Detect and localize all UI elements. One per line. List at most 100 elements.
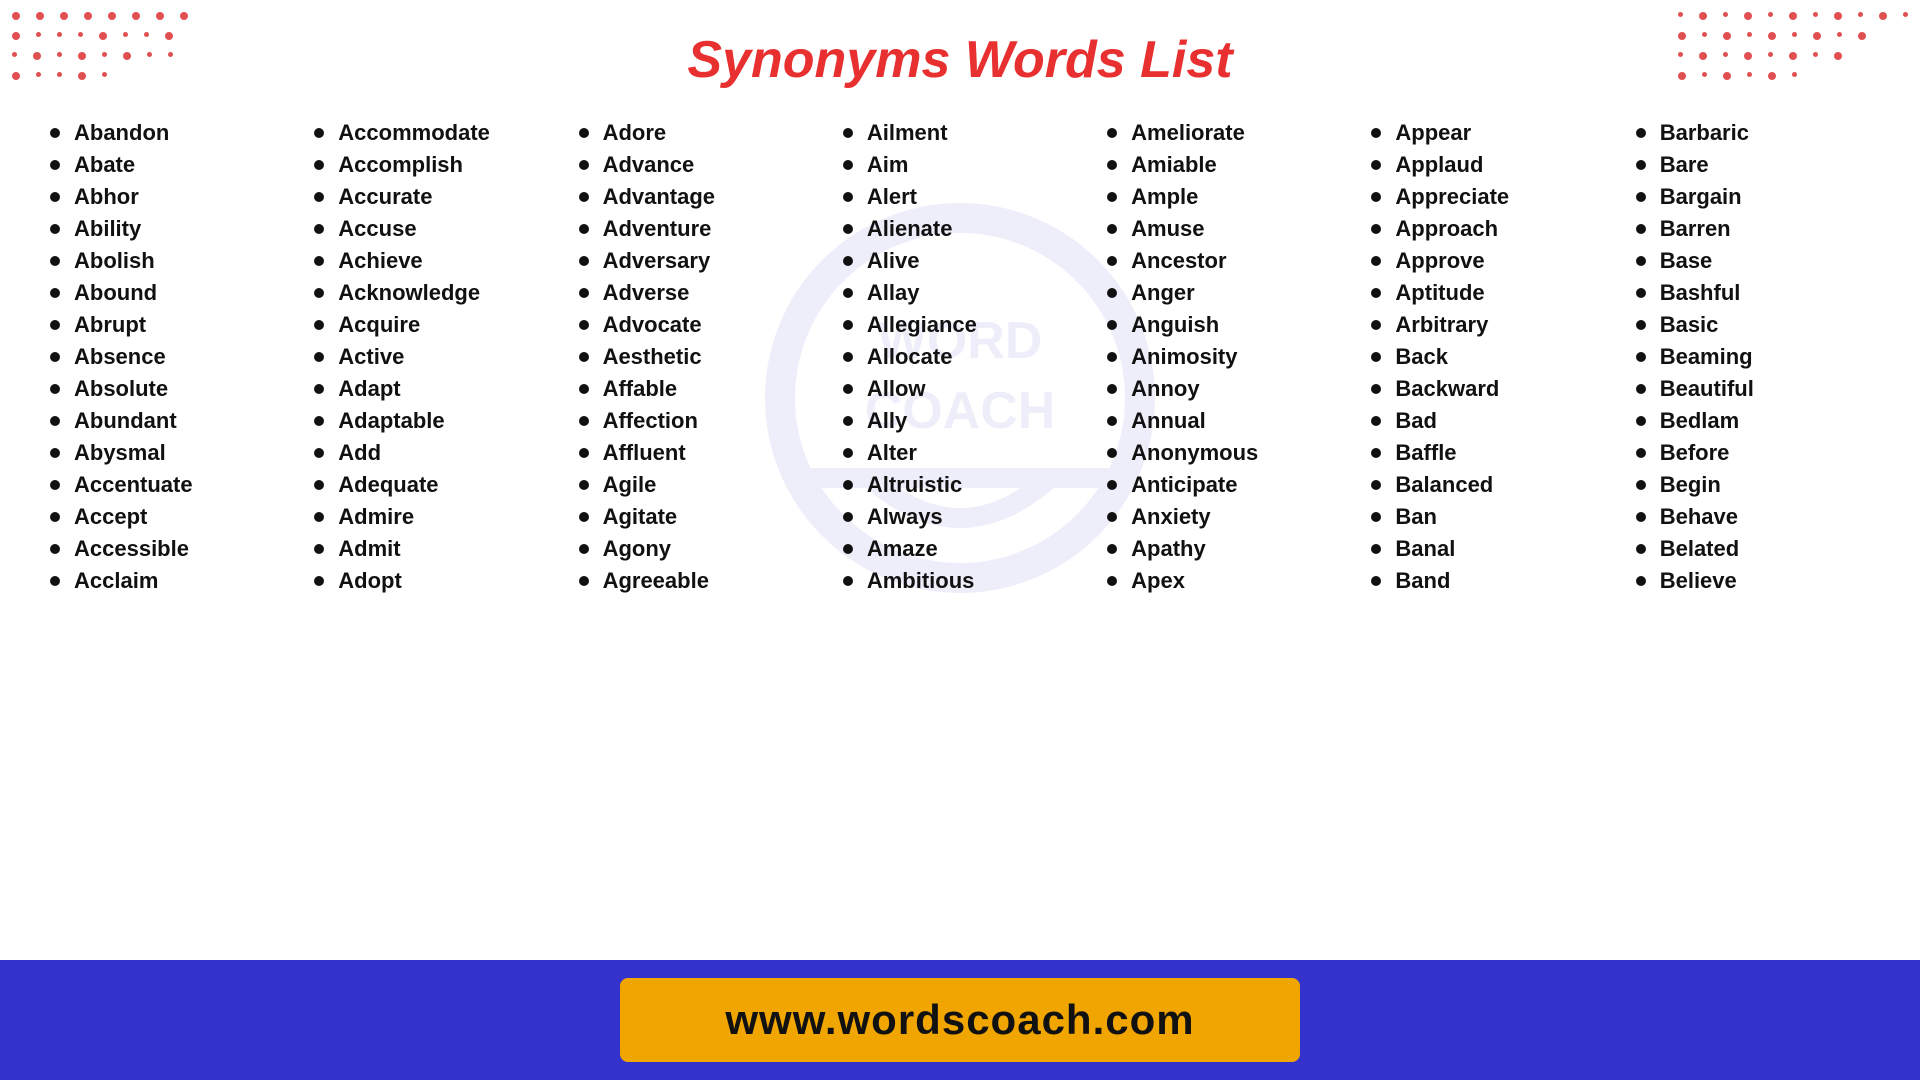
word-text: Appreciate bbox=[1395, 184, 1509, 210]
list-item: Accommodate bbox=[314, 120, 548, 146]
bullet-icon bbox=[1371, 256, 1381, 266]
word-text: Agile bbox=[603, 472, 657, 498]
list-item: Advantage bbox=[579, 184, 813, 210]
word-text: Adopt bbox=[338, 568, 402, 594]
word-text: Advance bbox=[603, 152, 695, 178]
word-column-4: AmeliorateAmiableAmpleAmuseAncestorAnger… bbox=[1097, 120, 1351, 600]
bullet-icon bbox=[1636, 480, 1646, 490]
word-text: Alert bbox=[867, 184, 917, 210]
word-text: Anguish bbox=[1131, 312, 1219, 338]
bullet-icon bbox=[1107, 448, 1117, 458]
bullet-icon bbox=[579, 576, 589, 586]
list-item: Appreciate bbox=[1371, 184, 1605, 210]
bullet-icon bbox=[50, 224, 60, 234]
bullet-icon bbox=[1636, 384, 1646, 394]
list-item: Adopt bbox=[314, 568, 548, 594]
bullet-icon bbox=[314, 128, 324, 138]
list-item: Ban bbox=[1371, 504, 1605, 530]
list-item: Acquire bbox=[314, 312, 548, 338]
list-item: Begin bbox=[1636, 472, 1870, 498]
word-text: Add bbox=[338, 440, 381, 466]
list-item: Amaze bbox=[843, 536, 1077, 562]
bullet-icon bbox=[314, 448, 324, 458]
word-text: Accuse bbox=[338, 216, 416, 242]
content-area: WORD COACH AbandonAbateAbhorAbilityAboli… bbox=[0, 110, 1920, 610]
word-text: Bedlam bbox=[1660, 408, 1739, 434]
word-text: Annual bbox=[1131, 408, 1206, 434]
word-text: Adapt bbox=[338, 376, 400, 402]
word-text: Barren bbox=[1660, 216, 1731, 242]
word-text: Aesthetic bbox=[603, 344, 702, 370]
list-item: Band bbox=[1371, 568, 1605, 594]
word-text: Ample bbox=[1131, 184, 1198, 210]
list-item: Approve bbox=[1371, 248, 1605, 274]
bullet-icon bbox=[314, 192, 324, 202]
word-text: Aim bbox=[867, 152, 909, 178]
list-item: Bedlam bbox=[1636, 408, 1870, 434]
bullet-icon bbox=[579, 512, 589, 522]
list-item: Ample bbox=[1107, 184, 1341, 210]
word-text: Accommodate bbox=[338, 120, 490, 146]
word-text: Back bbox=[1395, 344, 1448, 370]
word-text: Anonymous bbox=[1131, 440, 1258, 466]
word-text: Bashful bbox=[1660, 280, 1741, 306]
word-text: Affable bbox=[603, 376, 678, 402]
list-item: Agreeable bbox=[579, 568, 813, 594]
word-text: Behave bbox=[1660, 504, 1738, 530]
bullet-icon bbox=[843, 512, 853, 522]
word-column-0: AbandonAbateAbhorAbilityAbolishAboundAbr… bbox=[40, 120, 294, 600]
bullet-icon bbox=[843, 576, 853, 586]
word-text: Amaze bbox=[867, 536, 938, 562]
word-text: Affection bbox=[603, 408, 698, 434]
list-item: Balanced bbox=[1371, 472, 1605, 498]
list-item: Applaud bbox=[1371, 152, 1605, 178]
list-item: Bashful bbox=[1636, 280, 1870, 306]
list-item: Abate bbox=[50, 152, 284, 178]
bullet-icon bbox=[1371, 192, 1381, 202]
word-text: Bargain bbox=[1660, 184, 1742, 210]
word-column-1: AccommodateAccomplishAccurateAccuseAchie… bbox=[304, 120, 558, 600]
word-text: Ailment bbox=[867, 120, 948, 146]
bullet-icon bbox=[314, 480, 324, 490]
word-text: Abolish bbox=[74, 248, 155, 274]
bullet-icon bbox=[1107, 128, 1117, 138]
bullet-icon bbox=[1107, 576, 1117, 586]
word-text: Bare bbox=[1660, 152, 1709, 178]
bullet-icon bbox=[843, 544, 853, 554]
word-text: Agony bbox=[603, 536, 671, 562]
bullet-icon bbox=[1636, 128, 1646, 138]
bullet-icon bbox=[1636, 160, 1646, 170]
word-text: Applaud bbox=[1395, 152, 1483, 178]
bullet-icon bbox=[579, 320, 589, 330]
bullet-icon bbox=[314, 288, 324, 298]
word-text: Annoy bbox=[1131, 376, 1199, 402]
word-text: Animosity bbox=[1131, 344, 1237, 370]
list-item: Acclaim bbox=[50, 568, 284, 594]
word-text: Belated bbox=[1660, 536, 1739, 562]
bullet-icon bbox=[314, 224, 324, 234]
bullet-icon bbox=[1371, 416, 1381, 426]
word-text: Alienate bbox=[867, 216, 953, 242]
bullet-icon bbox=[1371, 320, 1381, 330]
word-text: Barbaric bbox=[1660, 120, 1749, 146]
word-text: Admire bbox=[338, 504, 414, 530]
list-item: Allegiance bbox=[843, 312, 1077, 338]
list-item: Animosity bbox=[1107, 344, 1341, 370]
website-url: www.wordscoach.com bbox=[725, 996, 1194, 1043]
list-item: Adequate bbox=[314, 472, 548, 498]
list-item: Alter bbox=[843, 440, 1077, 466]
list-item: Add bbox=[314, 440, 548, 466]
list-item: Advance bbox=[579, 152, 813, 178]
list-item: Affection bbox=[579, 408, 813, 434]
bullet-icon bbox=[50, 480, 60, 490]
bullet-icon bbox=[1107, 544, 1117, 554]
word-text: Adaptable bbox=[338, 408, 444, 434]
list-item: Ally bbox=[843, 408, 1077, 434]
bullet-icon bbox=[50, 416, 60, 426]
word-text: Abhor bbox=[74, 184, 139, 210]
word-text: Ancestor bbox=[1131, 248, 1226, 274]
bullet-icon bbox=[1636, 288, 1646, 298]
bullet-icon bbox=[314, 320, 324, 330]
bullet-icon bbox=[1371, 288, 1381, 298]
list-item: Anguish bbox=[1107, 312, 1341, 338]
